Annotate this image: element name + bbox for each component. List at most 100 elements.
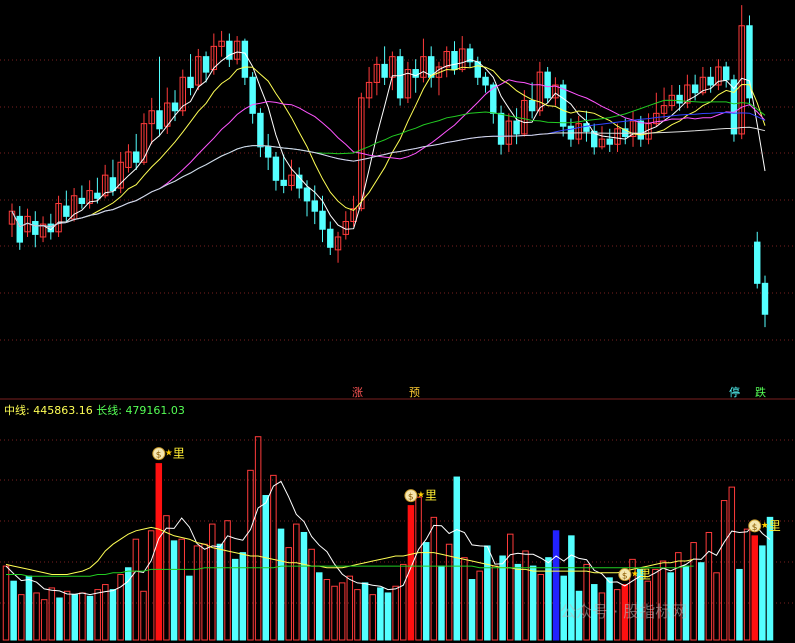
volume-bar <box>369 594 376 641</box>
volume-bar <box>384 592 392 641</box>
candle-body <box>272 156 280 181</box>
candle-body <box>156 110 163 130</box>
volume-bar <box>545 557 552 641</box>
legend-mid-value: 445863.16 <box>33 404 93 417</box>
volume-bar <box>675 552 682 641</box>
volume-bar <box>468 579 476 641</box>
volume-bar <box>392 585 399 641</box>
candle-body <box>94 192 101 199</box>
volume-bar <box>186 575 193 641</box>
candle-body <box>327 228 334 248</box>
candle-body <box>132 151 140 163</box>
volume-bar <box>117 573 124 641</box>
ma5-line <box>11 51 766 231</box>
volume-bar <box>293 523 300 641</box>
candle-body <box>396 56 404 99</box>
volume-bar <box>10 580 17 641</box>
volume-bar <box>270 474 277 641</box>
signal-volume-bar <box>751 535 758 641</box>
volume-bar <box>690 542 697 641</box>
volume-bar <box>216 543 224 641</box>
candle-body <box>606 138 613 145</box>
volume-bar <box>239 552 247 641</box>
volume-bar <box>537 573 545 641</box>
candle-body <box>311 200 318 212</box>
volume-bar <box>209 523 216 641</box>
stock-chart: $ ★ 里$ ★ 里$ ★ 里$ ★ 里 <box>0 5 795 641</box>
volume-bar <box>438 565 445 641</box>
volume-bar <box>461 557 468 641</box>
volume-bar <box>377 587 384 641</box>
volume-bar <box>140 590 147 641</box>
volume-bar <box>529 565 537 641</box>
volume-bar <box>361 582 369 641</box>
volume-bar <box>484 545 491 641</box>
money-bag-symbol: $ <box>622 572 628 582</box>
candle-body <box>497 112 505 145</box>
candle-body <box>241 40 249 78</box>
volume-bar <box>147 530 155 641</box>
candle-body <box>303 187 311 202</box>
volume-bar <box>18 594 25 641</box>
star-icon: ★ <box>761 521 769 531</box>
ma99-line <box>11 126 766 228</box>
volume-bar <box>743 528 751 641</box>
volume-bar <box>163 515 170 641</box>
candle-body <box>691 84 699 94</box>
candle-body <box>249 76 256 114</box>
volume-average-lines <box>5 480 771 596</box>
volume-bar <box>728 486 736 641</box>
volume-bar <box>56 597 63 641</box>
volume-bar <box>25 575 33 641</box>
volume-bar <box>766 516 774 641</box>
watermark: 公众号 · 股指标网 <box>560 602 688 621</box>
volume-bar <box>308 548 315 641</box>
candle-body <box>722 66 730 81</box>
money-bag-symbol: $ <box>752 523 758 533</box>
volume-bar <box>522 550 529 641</box>
volume-bar <box>79 592 86 641</box>
star-icon: ★ <box>631 570 639 580</box>
volume-bar <box>33 592 40 641</box>
volume-bar <box>71 594 79 641</box>
volume-bar <box>354 589 361 641</box>
candle-body <box>381 63 388 78</box>
volume-bar <box>697 562 705 641</box>
volume-bar <box>102 584 109 641</box>
volume-bar <box>109 589 117 641</box>
candle-body <box>559 84 567 127</box>
volume-bar <box>476 570 483 641</box>
candle-body <box>528 99 536 112</box>
volume-bar <box>568 535 575 641</box>
candle-body <box>544 71 551 99</box>
volume-bar <box>400 563 407 641</box>
tag-yu: 预 <box>409 386 420 399</box>
volume-bar <box>254 436 262 641</box>
candle-body <box>513 120 520 135</box>
volume-bar <box>759 545 766 641</box>
money-bag-symbol: $ <box>156 451 162 461</box>
volume-bar <box>315 572 323 641</box>
volume-bar <box>445 543 453 641</box>
signal-volume-bar <box>155 463 163 641</box>
volume-bar <box>338 582 346 641</box>
volume-bar <box>86 595 94 641</box>
volume-bar <box>713 572 720 641</box>
signal-label: 里 <box>425 489 437 503</box>
candle-body <box>32 221 39 235</box>
candle-body <box>637 120 645 140</box>
volume-bar <box>506 533 514 641</box>
ma70-line <box>11 112 766 228</box>
volume-bar <box>63 590 71 641</box>
legend-mid-label: 中线: <box>4 404 30 417</box>
volume-bar <box>323 579 331 641</box>
volume-bar <box>430 516 438 641</box>
candle-body <box>109 177 117 192</box>
tag-zhang: 涨 <box>352 386 363 399</box>
volume-bar <box>94 589 101 641</box>
candle-body <box>474 61 481 78</box>
candle-body <box>63 205 70 217</box>
volume-bar <box>132 538 140 641</box>
volume-bar <box>552 530 560 641</box>
candle-body <box>16 215 23 243</box>
